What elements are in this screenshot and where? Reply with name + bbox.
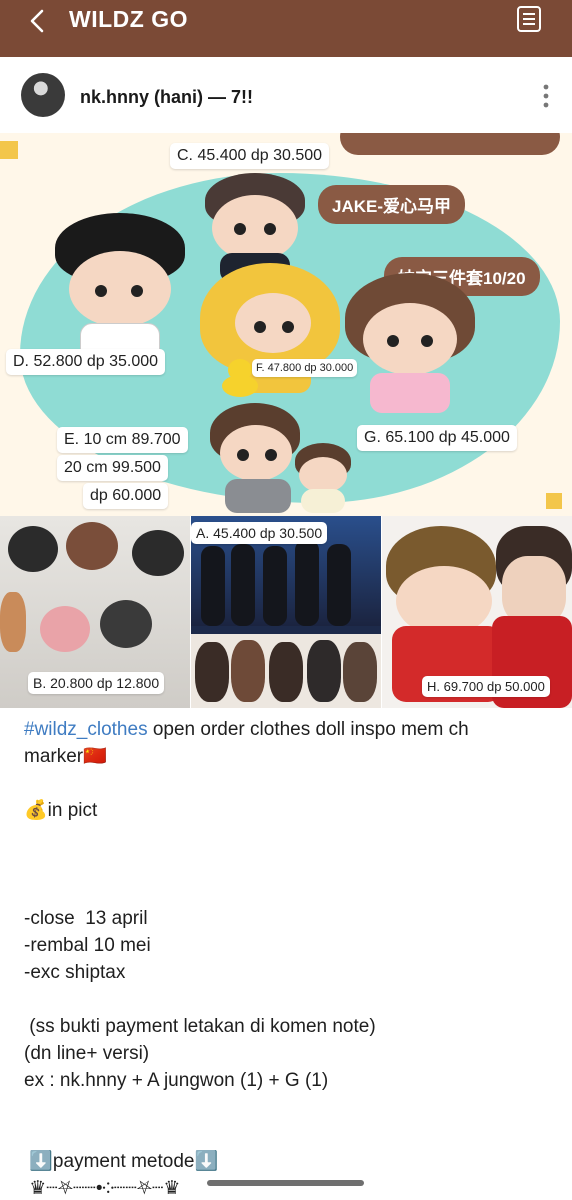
- caption-line: (ss bukti payment letakan di komen note): [24, 1016, 376, 1037]
- caption-line: [24, 986, 554, 1013]
- caption-line: (dn line+ versi): [24, 1043, 150, 1064]
- post-image-banner[interactable]: JAKE-爱心马甲 妹宝三件套10/20 C. 45.400 dp 30.500…: [0, 133, 572, 516]
- home-indicator[interactable]: [207, 1180, 364, 1186]
- caption-line: [24, 878, 554, 905]
- vertical-ellipsis-icon[interactable]: [542, 84, 550, 108]
- caption-line: ♛┈⛧┈┈•༶┈┈⛧┈♛: [24, 1178, 181, 1199]
- caption-line: [24, 851, 554, 878]
- price-tag-c: C. 45.400 dp 30.500: [170, 143, 330, 169]
- price-tag-e: 20 cm 99.500: [57, 455, 168, 481]
- post-caption: #wildz_clothes open order clothes doll i…: [24, 716, 554, 1200]
- top-app-bar: WILDZ GO: [0, 0, 572, 57]
- avatar[interactable]: [21, 73, 65, 117]
- caption-line: ⬇️payment metode⬇️: [24, 1151, 219, 1172]
- caption-line: [24, 824, 554, 851]
- author-name[interactable]: nk.hnny (hani) — 7!!: [80, 87, 253, 108]
- yellow-square-decoration: [0, 141, 18, 159]
- caption-line: marker🇨🇳: [24, 746, 107, 767]
- price-tag-a: A. 45.400 dp 30.500: [191, 522, 328, 544]
- price-tag-f: F. 47.800 dp 30.000: [252, 359, 358, 377]
- chevron-left-icon[interactable]: [26, 9, 50, 33]
- caption-text: open order clothes doll inspo mem ch: [147, 719, 469, 740]
- caption-line: -rembal 10 mei: [24, 935, 151, 956]
- price-tag-e: dp 60.000: [83, 483, 169, 509]
- caption-line: [24, 1094, 554, 1121]
- caption-line: #wildz_clothes open order clothes doll i…: [24, 716, 554, 743]
- price-tag-g: G. 65.100 dp 45.000: [357, 425, 517, 451]
- caption-line: 💰in pict: [24, 800, 98, 821]
- caption-line: [24, 770, 554, 797]
- app-title: WILDZ GO: [69, 6, 188, 32]
- price-tag-d: D. 52.800 dp 35.000: [6, 349, 166, 375]
- price-tag-h: H. 69.700 dp 50.000: [422, 676, 550, 697]
- doll-d: [55, 213, 185, 363]
- image-tile-h[interactable]: H. 69.700 dp 50.000: [382, 516, 572, 708]
- caption-line: ex : nk.hnny + A jungwon (1) + G (1): [24, 1070, 329, 1091]
- doll-g: [345, 273, 475, 413]
- document-list-icon[interactable]: [516, 5, 542, 33]
- price-tag-e: E. 10 cm 89.700: [57, 427, 188, 453]
- doll-e: [205, 403, 355, 513]
- caption-line: [24, 1121, 554, 1148]
- post-author-row: nk.hnny (hani) — 7!!: [0, 57, 572, 133]
- price-tag-b: B. 20.800 dp 12.800: [28, 672, 165, 694]
- yellow-square-decoration: [546, 493, 562, 509]
- image-tile-b[interactable]: B. 20.800 dp 12.800: [0, 516, 190, 708]
- doll-f: [190, 263, 350, 413]
- caption-line: -exc shiptax: [24, 962, 126, 983]
- price-ribbon: JAKE-爱心马甲: [318, 185, 466, 224]
- price-ribbon-top: [340, 133, 560, 155]
- hashtag-link[interactable]: #wildz_clothes: [24, 719, 148, 740]
- caption-line: -close 13 april: [24, 908, 148, 929]
- image-tile-a[interactable]: A. 45.400 dp 30.500: [191, 516, 381, 708]
